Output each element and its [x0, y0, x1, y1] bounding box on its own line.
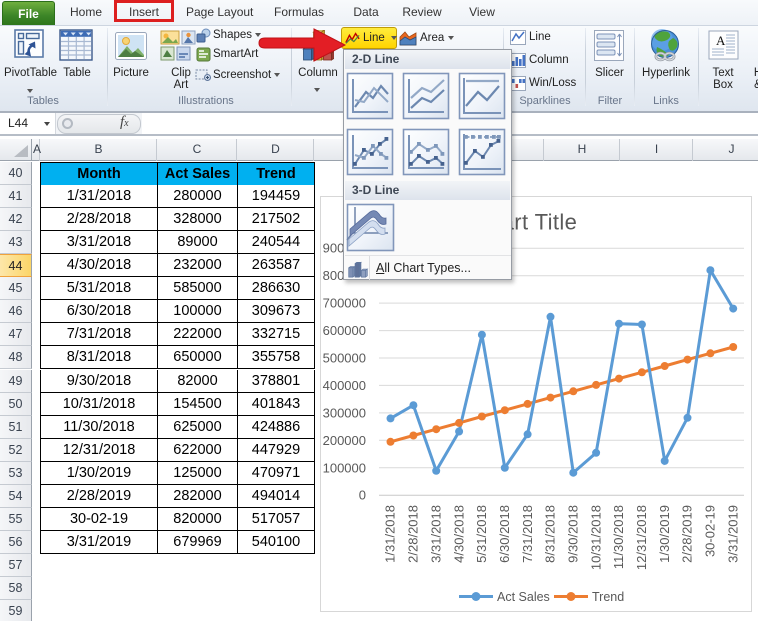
svg-text:3/31/2019: 3/31/2019 [725, 505, 740, 563]
svg-text:500000: 500000 [323, 351, 366, 366]
svg-text:Act Sales: Act Sales [497, 590, 550, 604]
svg-text:700000: 700000 [323, 296, 366, 311]
svg-text:A: A [716, 33, 726, 48]
svg-text:400000: 400000 [323, 378, 366, 393]
svg-text:4/30/2018: 4/30/2018 [451, 505, 466, 563]
svg-text:3/31/2018: 3/31/2018 [428, 505, 443, 563]
svg-text:100000: 100000 [323, 460, 366, 475]
svg-text:1/30/2019: 1/30/2019 [657, 505, 672, 563]
svg-text:Trend: Trend [592, 590, 624, 604]
svg-text:600000: 600000 [323, 323, 366, 338]
svg-text:12/31/2018: 12/31/2018 [634, 505, 649, 570]
svg-text:1/31/2018: 1/31/2018 [383, 505, 398, 563]
svg-text:8/31/2018: 8/31/2018 [543, 505, 558, 563]
svg-text:200000: 200000 [323, 433, 366, 448]
svg-text:10/31/2018: 10/31/2018 [588, 505, 603, 570]
svg-text:30-02-19: 30-02-19 [703, 505, 718, 557]
svg-text:5/31/2018: 5/31/2018 [474, 505, 489, 563]
svg-text:9/30/2018: 9/30/2018 [566, 505, 581, 563]
svg-text:11/30/2018: 11/30/2018 [611, 505, 626, 569]
svg-text:6/30/2018: 6/30/2018 [497, 505, 512, 563]
svg-text:2/28/2019: 2/28/2019 [680, 505, 695, 563]
svg-text:0: 0 [359, 488, 366, 503]
svg-text:300000: 300000 [323, 405, 366, 420]
svg-text:7/31/2018: 7/31/2018 [520, 505, 535, 563]
svg-text:2/28/2018: 2/28/2018 [406, 505, 421, 563]
